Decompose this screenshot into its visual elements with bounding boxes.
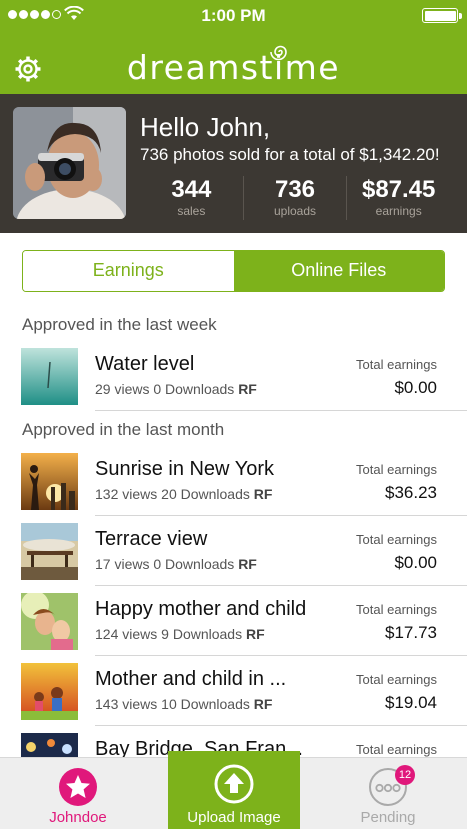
bottom-tab-bar: Johndoe Upload Image 12 Pending [0, 751, 467, 829]
tab-online-files[interactable]: Online Files [233, 251, 444, 291]
star-icon [59, 768, 97, 806]
stat-value: 736 [274, 176, 316, 203]
photo-title: Sunrise in New York [95, 458, 274, 480]
views-count: 132 views [95, 486, 158, 502]
stat-value: 344 [171, 176, 212, 203]
section-header-week: Approved in the last week [22, 315, 217, 334]
earnings-label: Total earnings [356, 742, 437, 757]
photo-meta: 29 views 0 Downloads RF [95, 381, 257, 397]
earnings-value: $0.00 [394, 378, 437, 397]
list-item[interactable]: Terrace view 17 views 0 Downloads RF Tot… [0, 520, 467, 590]
sales-summary: 736 photos sold for a total of $1,342.20… [140, 145, 440, 164]
photo-thumbnail [21, 348, 78, 405]
profile-panel: Hello John, 736 photos sold for a total … [0, 94, 467, 233]
photo-meta: 17 views 0 Downloads RF [95, 556, 257, 572]
status-time: 1:00 PM [201, 6, 266, 25]
downloads-count: 20 Downloads [161, 486, 250, 502]
status-bar: 1:00 PM [0, 0, 467, 30]
photo-thumbnail [21, 733, 78, 757]
stat-earnings: $87.45 earnings [347, 176, 450, 220]
photo-thumbnail [21, 453, 78, 510]
photo-thumbnail [21, 523, 78, 580]
photo-meta: 143 views 10 Downloads RF [95, 696, 272, 712]
views-count: 124 views [95, 626, 158, 642]
license-type: RF [253, 486, 273, 502]
tab-pending[interactable]: 12 Pending [340, 758, 436, 829]
list-item[interactable]: Water level 29 views 0 Downloads RF Tota… [0, 345, 467, 415]
earnings-label: Total earnings [356, 602, 437, 617]
earnings-label: Total earnings [356, 462, 437, 477]
logo-swirl-icon [270, 45, 287, 61]
greeting: Hello John, [140, 112, 271, 142]
license-type: RF [253, 696, 273, 712]
photo-title: Happy mother and child [95, 598, 307, 620]
earnings-value: $19.04 [385, 693, 437, 712]
tab-upload-label: Upload Image [187, 809, 281, 826]
tab-user-label: Johndoe [49, 809, 107, 826]
photo-meta: 132 views 20 Downloads RF [95, 486, 272, 502]
upload-icon [214, 764, 254, 804]
stat-label: uploads [273, 204, 317, 218]
divider [95, 655, 467, 656]
stat-value: $87.45 [361, 176, 436, 203]
photo-title: Terrace view [95, 528, 208, 550]
earnings-label: Total earnings [356, 357, 437, 372]
photo-title: Water level [95, 353, 195, 375]
tab-pending-label: Pending [360, 809, 416, 826]
downloads-count: 0 Downloads [153, 381, 235, 397]
earnings-label: Total earnings [356, 672, 437, 687]
stat-label: sales [177, 204, 206, 218]
license-type: RF [245, 626, 265, 642]
divider [95, 515, 467, 516]
list-item[interactable]: Sunrise in New York 132 views 20 Downloa… [0, 450, 467, 520]
views-count: 29 views [95, 381, 150, 397]
top-bar: 1:00 PM dreamstime [0, 0, 467, 94]
photo-thumbnail [21, 663, 78, 720]
dreamstime-logo: dreamstime [126, 48, 341, 87]
license-type: RF [238, 381, 257, 397]
divider [95, 725, 467, 726]
downloads-count: 9 Downloads [161, 626, 243, 642]
tab-user[interactable]: Johndoe [30, 758, 126, 829]
list-item[interactable]: Mother and child in ... 143 views 10 Dow… [0, 660, 467, 730]
divider [95, 410, 467, 411]
earnings-value: $36.23 [385, 483, 437, 502]
list-item[interactable]: Happy mother and child 124 views 9 Downl… [0, 590, 467, 660]
stat-label: earnings [375, 204, 422, 218]
views-count: 143 views [95, 696, 158, 712]
upload-image-button[interactable]: Upload Image [168, 751, 300, 829]
downloads-count: 0 Downloads [153, 556, 235, 572]
photo-meta: 124 views 9 Downloads RF [95, 626, 265, 642]
earnings-label: Total earnings [356, 532, 437, 547]
battery-icon [422, 8, 462, 23]
photo-thumbnail [21, 593, 78, 650]
view-segmented-control: Earnings Online Files [22, 250, 445, 292]
downloads-count: 10 Downloads [161, 696, 250, 712]
divider [95, 585, 467, 586]
views-count: 17 views [95, 556, 150, 572]
section-header-month: Approved in the last month [22, 420, 225, 439]
stat-uploads: 736 uploads [244, 176, 348, 220]
stat-sales: 344 sales [140, 176, 244, 220]
earnings-value: $17.73 [385, 623, 437, 642]
avatar[interactable] [13, 107, 126, 219]
stats-row: 344 sales 736 uploads $87.45 earnings [140, 176, 450, 220]
pending-count-badge: 12 [395, 765, 415, 785]
photo-title: Mother and child in ... [95, 668, 287, 690]
tab-earnings[interactable]: Earnings [23, 251, 234, 291]
earnings-value: $0.00 [394, 553, 437, 572]
license-type: RF [238, 556, 257, 572]
